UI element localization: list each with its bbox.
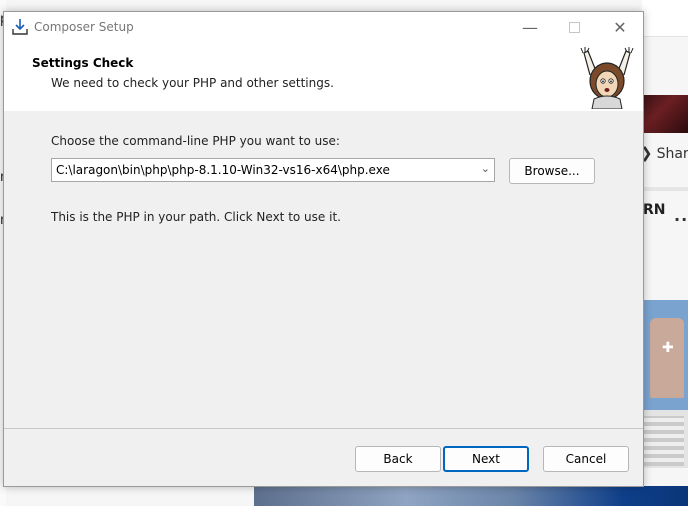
background-photo bbox=[642, 95, 688, 133]
title-bar[interactable]: Composer Setup — ✕ bbox=[4, 12, 643, 43]
background-photo bbox=[254, 486, 688, 506]
php-info-text: This is the PHP in your path. Click Next… bbox=[51, 210, 341, 224]
minimize-icon: — bbox=[522, 18, 538, 37]
php-select-label: Choose the command-line PHP you want to … bbox=[51, 134, 340, 148]
header-panel: Settings Check We need to check your PHP… bbox=[4, 43, 643, 111]
background-photo: ✚ bbox=[642, 300, 688, 410]
back-button[interactable]: Back bbox=[355, 446, 441, 472]
browse-button[interactable]: Browse... bbox=[509, 158, 595, 184]
page-subtitle: We need to check your PHP and other sett… bbox=[51, 76, 334, 90]
footer-panel: Back Next Cancel bbox=[4, 429, 643, 486]
php-path-value: C:\laragon\bin\php\php-8.1.10-Win32-vs16… bbox=[56, 163, 390, 177]
window-title: Composer Setup bbox=[34, 20, 134, 34]
chevron-down-icon[interactable]: ⌄ bbox=[481, 162, 490, 175]
background-browser-bar bbox=[642, 0, 688, 37]
composer-mascot-icon bbox=[580, 47, 634, 109]
background-photo-garment bbox=[644, 416, 684, 466]
background-title-fragment: RN bbox=[643, 202, 666, 218]
background-more-icon[interactable]: .. bbox=[674, 206, 688, 225]
php-path-select[interactable]: C:\laragon\bin\php\php-8.1.10-Win32-vs16… bbox=[51, 158, 495, 182]
background-photo-garment bbox=[650, 318, 684, 398]
page-title: Settings Check bbox=[32, 56, 134, 70]
maximize-icon bbox=[568, 22, 580, 33]
background-divider bbox=[642, 187, 688, 191]
cancel-button[interactable]: Cancel bbox=[543, 446, 629, 472]
background-share-button[interactable]: ❯ Shar bbox=[640, 144, 688, 162]
close-button[interactable]: ✕ bbox=[597, 12, 643, 43]
content-panel: Choose the command-line PHP you want to … bbox=[4, 111, 643, 428]
next-button[interactable]: Next bbox=[443, 446, 529, 472]
background-share-label: Shar bbox=[656, 146, 688, 162]
sparkle-icon: ✚ bbox=[662, 340, 674, 356]
background-photo bbox=[642, 410, 688, 468]
maximize-button bbox=[551, 12, 597, 43]
setup-dialog: Composer Setup — ✕ Settings Check We nee… bbox=[3, 11, 644, 487]
download-installer-icon bbox=[12, 19, 28, 35]
minimize-button[interactable]: — bbox=[507, 12, 553, 43]
close-icon: ✕ bbox=[613, 18, 627, 37]
